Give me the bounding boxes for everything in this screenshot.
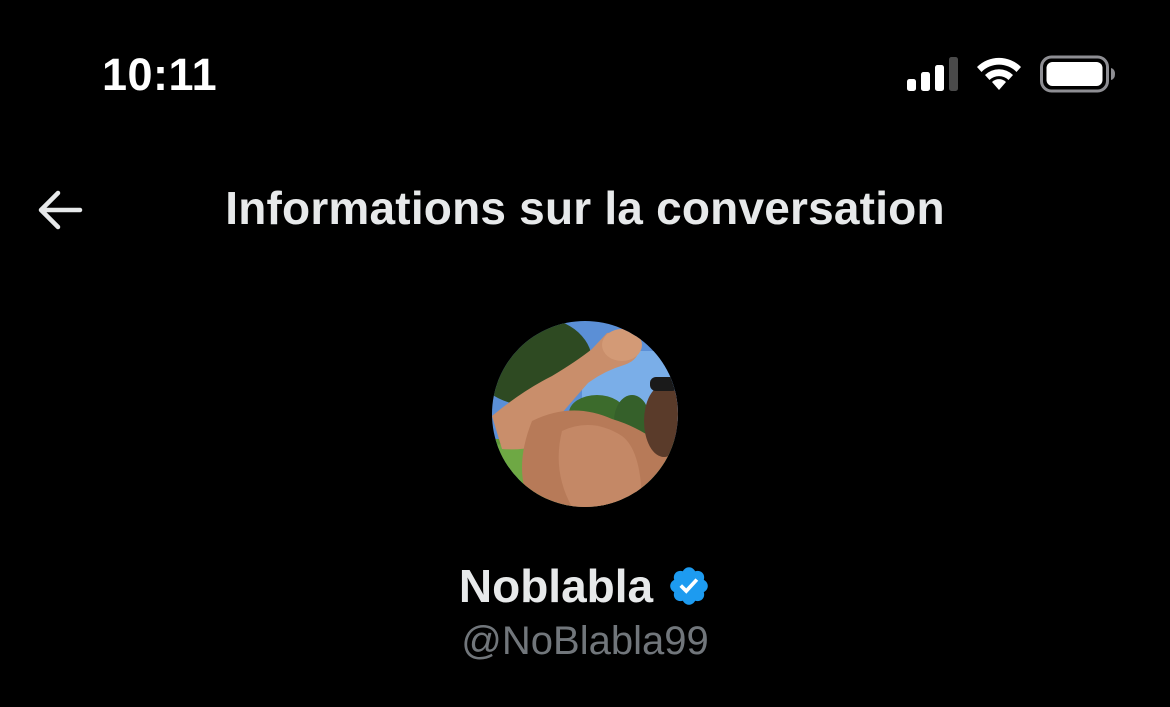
battery-icon xyxy=(1040,55,1115,93)
avatar[interactable] xyxy=(492,321,678,507)
profile-photo xyxy=(492,321,678,507)
verified-badge-icon xyxy=(670,567,708,605)
profile-name-row: Noblabla xyxy=(0,556,1170,616)
user-handle: @NoBlabla99 xyxy=(461,619,709,663)
page-title: Informations sur la conversation xyxy=(225,182,945,234)
status-bar: 10:11 xyxy=(0,0,1170,150)
wifi-icon xyxy=(977,57,1021,90)
signal-icon xyxy=(907,57,958,91)
display-name: Noblabla xyxy=(458,560,654,612)
status-time: 10:11 xyxy=(102,49,218,100)
